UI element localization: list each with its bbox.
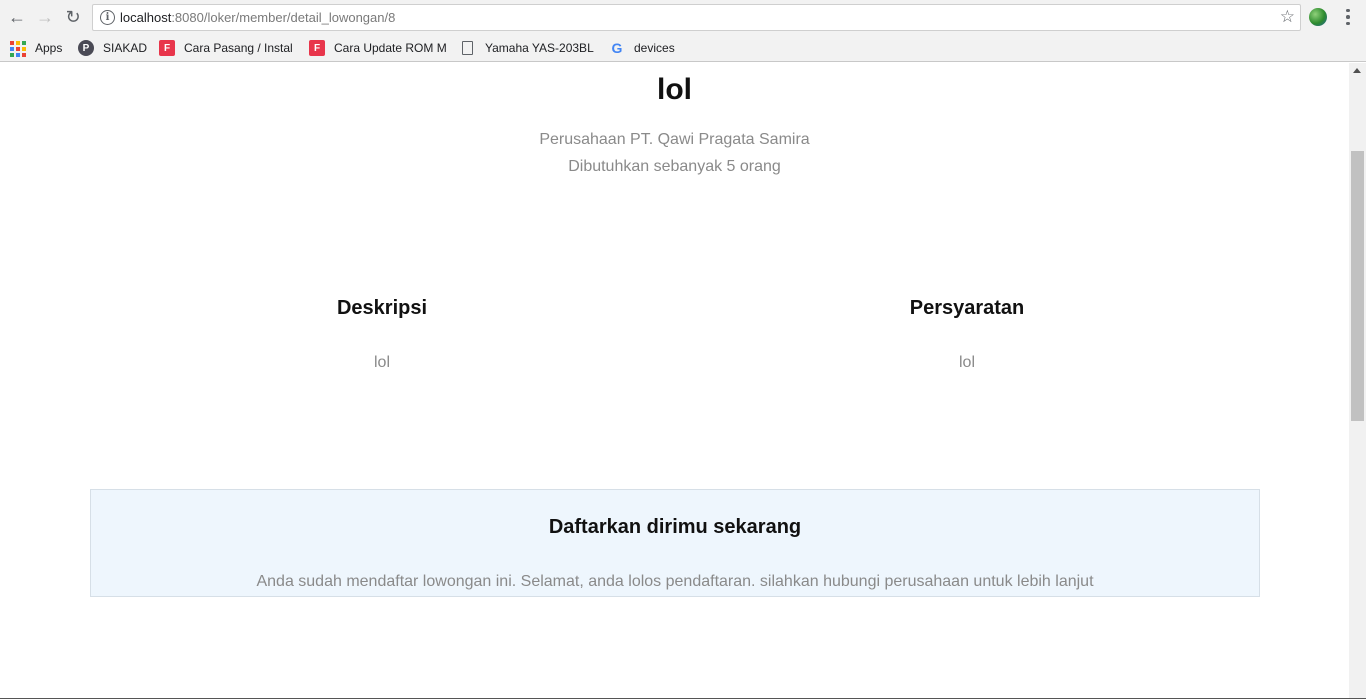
requirements-heading: Persyaratan (909, 297, 1025, 319)
p-badge-icon: P (78, 40, 94, 56)
browser-toolbar: ← → ↻ i localhost:8080/loker/member/deta… (0, 0, 1366, 34)
forward-arrow-icon[interactable]: → (34, 6, 56, 28)
register-panel: Daftarkan dirimu sekarang Anda sudah men… (90, 489, 1260, 597)
company-line: Perusahaan PT. Qawi Pragata Samira (539, 131, 810, 148)
site-info-icon[interactable]: i (100, 10, 115, 25)
bookmark-label: Cara Pasang / Install (184, 41, 293, 55)
bookmark-label: SIAKAD (103, 41, 148, 55)
register-heading: Daftarkan dirimu sekarang (548, 516, 802, 538)
google-icon: G (611, 40, 623, 56)
url-path: :8080/loker/member/detail_lowongan/8 (171, 10, 396, 25)
bookmark-devices[interactable]: G devices (609, 38, 689, 58)
requirements-text: lol (958, 354, 975, 371)
f-badge-icon: F (159, 40, 175, 56)
address-bar[interactable]: i localhost:8080/loker/member/detail_low… (92, 4, 1301, 31)
needed-count-line: Dibutuhkan sebanyak 5 orang (568, 158, 781, 175)
bookmarks-bar: Apps P SIAKAD F Cara Pasang / Install F … (0, 34, 1366, 62)
scroll-up-arrow-icon[interactable] (1353, 68, 1361, 73)
bookmark-siakad[interactable]: P SIAKAD (78, 38, 150, 58)
bookmark-cara-pasang[interactable]: F Cara Pasang / Install (159, 38, 293, 58)
browser-menu-icon[interactable] (1340, 7, 1356, 27)
back-arrow-icon[interactable]: ← (6, 6, 28, 28)
url-host: localhost (120, 10, 172, 25)
page-scrollbar[interactable] (1349, 63, 1366, 699)
apps-grid-icon (10, 40, 26, 57)
description-heading: Deskripsi (336, 297, 428, 319)
scrollbar-thumb[interactable] (1351, 151, 1364, 421)
document-icon (462, 41, 473, 55)
bookmark-label: devices (634, 41, 675, 55)
reload-icon[interactable]: ↻ (62, 6, 84, 28)
bookmark-label: Apps (35, 41, 63, 55)
job-title: lol (657, 73, 692, 106)
bookmark-apps[interactable]: Apps (10, 38, 70, 58)
f-badge-icon: F (309, 40, 325, 56)
bookmark-label: Yamaha YAS-203BL S (485, 41, 596, 55)
bookmark-star-icon[interactable]: ☆ (1280, 7, 1295, 27)
bookmark-label: Cara Update ROM M (334, 41, 446, 55)
register-status-message: Anda sudah mendaftar lowongan ini. Selam… (256, 573, 1094, 590)
bookmark-cara-update[interactable]: F Cara Update ROM M (309, 38, 446, 58)
bookmark-yamaha[interactable]: Yamaha YAS-203BL S (459, 38, 596, 58)
description-text: lol (373, 354, 390, 371)
url-text[interactable]: localhost:8080/loker/member/detail_lowon… (120, 10, 395, 25)
page-viewport: lol Perusahaan PT. Qawi Pragata Samira D… (0, 63, 1349, 699)
extension-globe-icon[interactable] (1309, 8, 1327, 26)
